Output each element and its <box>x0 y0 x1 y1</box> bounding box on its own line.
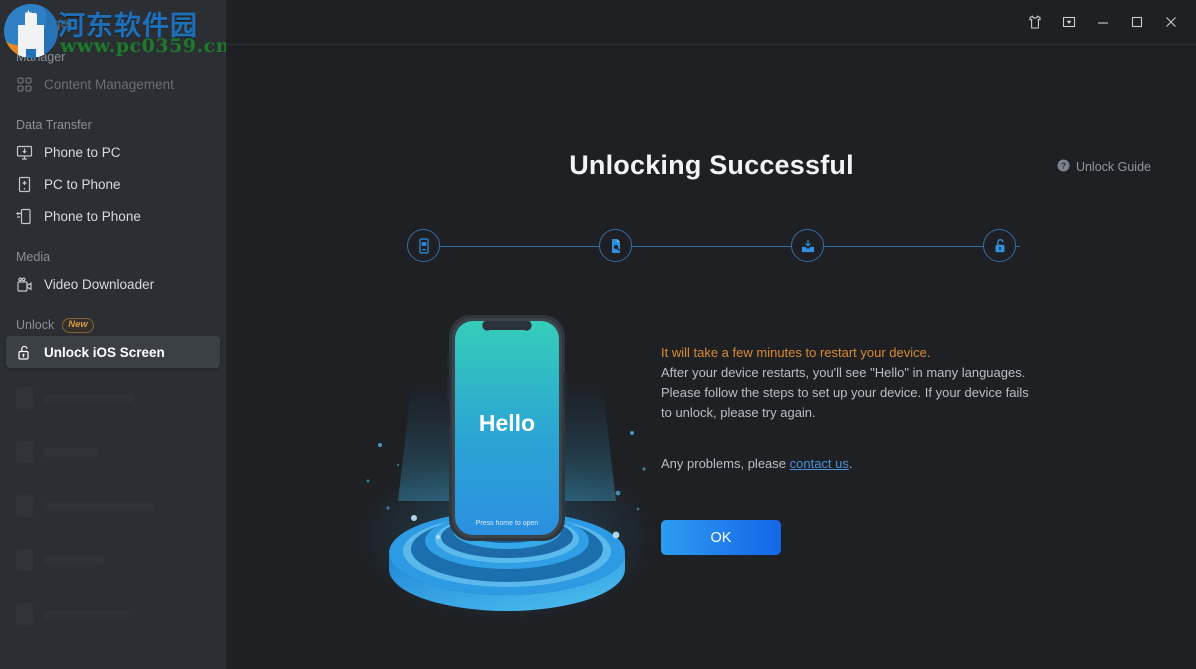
app-brand-title: Manager <box>16 15 75 31</box>
maximize-icon[interactable] <box>1120 7 1154 37</box>
unlock-step[interactable] <box>983 229 1016 262</box>
sidebar-group-media: Media <box>0 246 226 268</box>
placeholder-label <box>44 609 129 619</box>
connect-device-step[interactable] <box>407 229 440 262</box>
phone-to-phone-icon <box>16 208 33 225</box>
sidebar-item-unlock-ios-screen[interactable]: Unlock iOS Screen <box>6 336 220 368</box>
phone-cpu-icon <box>415 237 433 255</box>
skin-icon[interactable] <box>1018 7 1052 37</box>
sidebar-ghost-placeholders <box>0 368 226 630</box>
sidebar-group-manager: Manager <box>0 46 226 68</box>
sidebar-item-phone-to-phone[interactable]: Phone to Phone <box>6 200 220 232</box>
unlock-padlock-icon <box>16 344 33 361</box>
placeholder-icon <box>16 603 33 625</box>
title-bar <box>227 0 1196 45</box>
placeholder-icon <box>16 549 33 571</box>
sidebar-group-label: Data Transfer <box>16 118 92 132</box>
sidebar-item-label: Unlock iOS Screen <box>44 344 165 360</box>
sidebar-group-data-transfer: Data Transfer <box>0 114 226 136</box>
list-item <box>6 544 220 576</box>
sidebar-item-label: Phone to PC <box>44 144 121 160</box>
main-panel: Unlocking Successful ? Unlock Guide Hell… <box>227 0 1196 669</box>
phone-illustration: Hello Press home to open <box>342 303 672 633</box>
placeholder-label <box>44 447 99 457</box>
contact-suffix: . <box>848 456 853 471</box>
sidebar-group-label: Manager <box>16 50 66 64</box>
placeholder-icon <box>16 387 33 409</box>
pc-to-phone-icon <box>16 176 33 193</box>
sidebar-item-label: Phone to Phone <box>44 208 141 224</box>
placeholder-icon <box>16 495 33 517</box>
video-camera-icon <box>16 276 33 293</box>
placeholder-label <box>44 501 154 511</box>
grid-icon <box>16 76 33 93</box>
sidebar-item-pc-to-phone[interactable]: PC to Phone <box>6 168 220 200</box>
body-line-1: After your device restarts, you'll see "… <box>661 365 1026 380</box>
sidebar-item-video-downloader[interactable]: Video Downloader <box>6 268 220 300</box>
status-message-block: It will take a few minutes to restart yo… <box>661 343 1081 471</box>
list-item <box>6 598 220 630</box>
unlock-padlock-icon <box>991 237 1009 255</box>
progress-stepper <box>407 223 1048 271</box>
page-title: Unlocking Successful <box>569 150 854 180</box>
placeholder-label <box>44 393 134 403</box>
sidebar-item-content-management[interactable]: Content Management <box>6 68 220 100</box>
body-line-2: Please follow the steps to set up your d… <box>661 385 1029 400</box>
warning-text: It will take a few minutes to restart yo… <box>661 345 931 360</box>
download-tray-icon <box>799 237 817 255</box>
phone-screen-subtext: Press home to open <box>476 520 539 527</box>
sidebar-group-label: Unlock <box>16 318 55 332</box>
sidebar-item-label: Video Downloader <box>44 276 155 292</box>
sidebar-group-label: Media <box>16 250 51 264</box>
sidebar: Manager Manager Content Management Data … <box>0 0 227 669</box>
app-window: Manager Manager Content Management Data … <box>0 0 1196 669</box>
list-item <box>6 490 220 522</box>
unlock-guide-label: Unlock Guide <box>1075 160 1151 174</box>
placeholder-label <box>44 555 104 565</box>
minimize-icon[interactable] <box>1086 7 1120 37</box>
unlock-guide-link[interactable]: ? Unlock Guide <box>1057 159 1151 175</box>
svg-text:?: ? <box>1061 161 1066 171</box>
body-line-3: to unlock, please try again. <box>661 405 816 420</box>
contact-us-link[interactable]: contact us <box>790 456 849 471</box>
stepper-connector-line <box>435 246 1020 247</box>
menu-dropdown-icon[interactable] <box>1052 7 1086 37</box>
ok-button[interactable]: OK <box>661 520 781 555</box>
select-firmware-step[interactable] <box>599 229 632 262</box>
list-item <box>6 436 220 468</box>
contact-prefix: Any problems, please <box>661 456 790 471</box>
sidebar-item-label: PC to Phone <box>44 176 121 192</box>
content-area: Unlocking Successful ? Unlock Guide Hell… <box>227 45 1196 669</box>
placeholder-icon <box>16 441 33 463</box>
help-circle-icon: ? <box>1057 159 1070 175</box>
contact-line: Any problems, please contact us. <box>661 456 1081 471</box>
sidebar-item-phone-to-pc[interactable]: Phone to PC <box>6 136 220 168</box>
firmware-file-icon <box>607 237 625 255</box>
list-item <box>6 382 220 414</box>
close-icon[interactable] <box>1154 7 1188 37</box>
phone-to-pc-icon <box>16 144 33 161</box>
new-badge: New <box>62 317 94 333</box>
download-firmware-step[interactable] <box>791 229 824 262</box>
sidebar-item-label: Content Management <box>44 76 174 92</box>
phone-screen-hello-text: Hello <box>479 410 535 436</box>
sidebar-group-unlock: Unlock New <box>0 314 226 336</box>
